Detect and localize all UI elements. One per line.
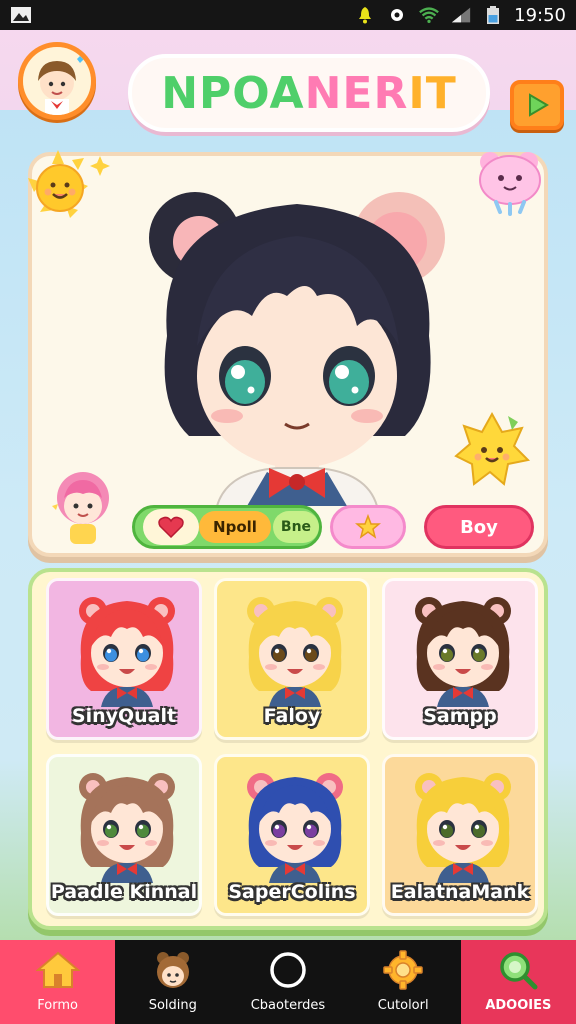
character-tile[interactable]: Paadle Kinnal xyxy=(46,754,202,916)
nav-label: Solding xyxy=(148,998,197,1013)
character-portrait xyxy=(247,597,343,707)
character-portrait xyxy=(415,597,511,707)
play-icon xyxy=(529,93,549,117)
nav-item-cutolorl[interactable]: Cutolorl xyxy=(346,940,461,1024)
app-title-part-1: NPOA xyxy=(161,67,305,119)
character-name: SaperColins xyxy=(228,881,356,903)
app-header: NPOA NER IT xyxy=(0,30,576,132)
nav-item-home[interactable]: Formo xyxy=(0,940,116,1024)
profile-avatar-icon xyxy=(23,47,91,115)
star-button[interactable] xyxy=(330,505,406,549)
nav-label: ADOOIES xyxy=(485,998,552,1013)
nav-label: Formo xyxy=(37,998,78,1013)
battery-icon xyxy=(482,6,504,24)
profile-avatar-button[interactable] xyxy=(18,42,96,120)
favorite-button[interactable] xyxy=(143,509,199,545)
pink-creature-icon xyxy=(470,140,550,224)
status-time: 19:50 xyxy=(514,4,566,26)
character-tile[interactable]: SaperColins xyxy=(214,754,370,916)
character-preview-card: Npoll Bne Boy xyxy=(28,150,548,557)
character-name: SinyQualt xyxy=(71,705,177,727)
character-name: Paadle Kinnal xyxy=(50,881,198,903)
character-tile[interactable]: EalatnaMank xyxy=(382,754,538,916)
character-tile[interactable]: Sampp xyxy=(382,578,538,740)
sun-icon xyxy=(22,148,122,232)
bottom-navigation: Formo Solding Cbaoterdes Cutolorl ADOOIE… xyxy=(0,940,576,1024)
character-alt-field[interactable]: Bne xyxy=(273,511,319,543)
home-icon xyxy=(35,951,80,988)
settings-status-icon xyxy=(386,6,408,24)
search-icon xyxy=(500,952,538,990)
nav-item-solding[interactable]: Solding xyxy=(115,940,230,1024)
character-tile[interactable]: Faloy xyxy=(214,578,370,740)
heart-icon xyxy=(158,516,184,538)
character-name: Faloy xyxy=(263,705,321,727)
nav-label: Cutolorl xyxy=(377,998,429,1013)
nav-item-adooies[interactable]: ADOOIES xyxy=(460,940,576,1024)
status-bar: 19:50 xyxy=(0,0,576,30)
nav-item-cbaoterdes[interactable]: Cbaoterdes xyxy=(230,940,345,1024)
character-name: Sampp xyxy=(423,705,497,727)
gallery-icon xyxy=(10,6,32,24)
notification-icon xyxy=(354,6,376,24)
mini-character-icon xyxy=(48,468,118,552)
gender-button[interactable]: Boy xyxy=(424,505,534,549)
star-icon xyxy=(355,514,381,539)
circle-icon xyxy=(270,952,306,988)
wifi-icon xyxy=(418,6,440,24)
character-portrait xyxy=(247,773,343,883)
character-name: EalatnaMank xyxy=(390,881,530,903)
app-title-part-3: IT xyxy=(408,67,457,119)
app-title-part-2: NER xyxy=(304,67,409,119)
character-portrait xyxy=(79,597,175,707)
star-creature-icon xyxy=(452,410,532,494)
name-selector[interactable]: Npoll Bne xyxy=(132,505,322,549)
character-tile[interactable]: SinyQualt xyxy=(46,578,202,740)
app-title: NPOA NER IT xyxy=(128,54,490,132)
nav-label: Cbaoterdes xyxy=(250,998,326,1013)
character-grid: SinyQualt Faloy Sampp Paadle Kinnal Sape… xyxy=(46,578,538,922)
character-controls: Npoll Bne Boy xyxy=(132,504,542,550)
gear-icon xyxy=(383,950,423,990)
signal-icon xyxy=(450,6,472,24)
character-icon xyxy=(156,952,189,988)
featured-character-portrait xyxy=(137,176,457,507)
character-selection-panel: SinyQualt Faloy Sampp Paadle Kinnal Sape… xyxy=(28,568,548,930)
character-portrait xyxy=(415,773,511,883)
play-button[interactable] xyxy=(510,80,564,130)
character-portrait xyxy=(79,773,175,883)
character-name-field[interactable]: Npoll xyxy=(199,511,271,543)
